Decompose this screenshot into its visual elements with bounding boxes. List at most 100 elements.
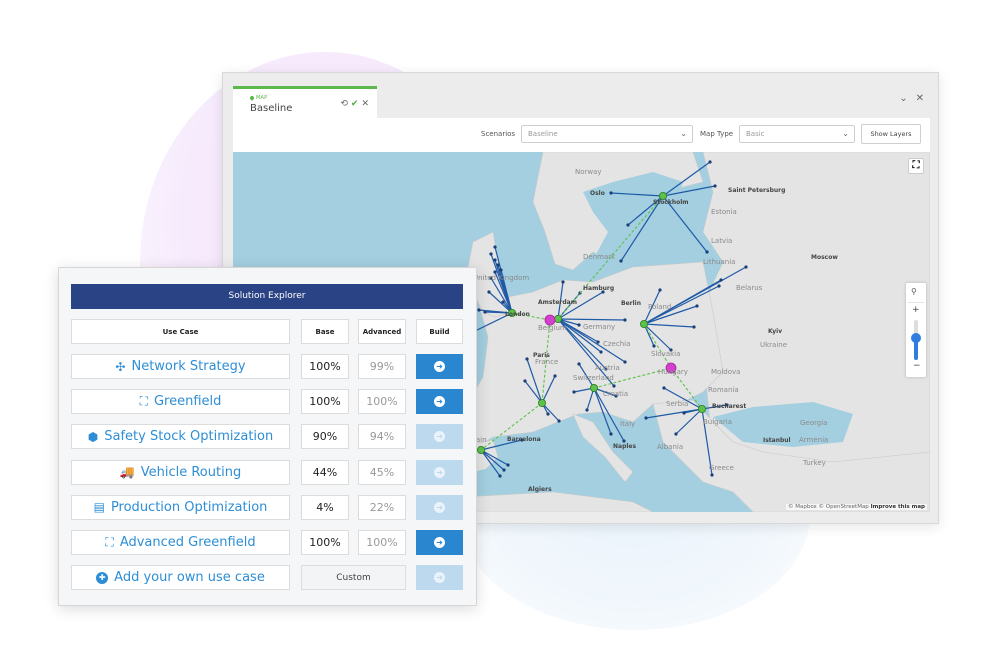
check-icon[interactable]: ✔ — [351, 99, 359, 109]
build-button[interactable]: ➜ — [416, 530, 463, 555]
map-label: Bulgaria — [703, 418, 732, 426]
customer-point — [710, 473, 714, 477]
facility-node — [553, 314, 562, 323]
customer-point — [525, 357, 529, 361]
arrow-circle-right-icon: ➜ — [434, 537, 445, 548]
show-layers-button[interactable]: Show Layers — [861, 124, 921, 144]
customer-point — [498, 474, 502, 478]
map-label: Germany — [583, 323, 615, 331]
panel-title: Solution Explorer — [71, 284, 463, 309]
arrow-circle-right-icon: ➜ — [434, 431, 445, 443]
map-label: Stockholm — [653, 199, 689, 206]
build-button[interactable]: ➜ — [416, 565, 463, 591]
add-use-case-text: Add your own use case — [114, 570, 265, 586]
map-label: Turkey — [802, 459, 826, 467]
close-icon[interactable]: ✕ — [361, 99, 369, 109]
build-button[interactable]: ➜ — [416, 389, 463, 415]
use-case-link[interactable]: ⬢ Safety Stock Optimization — [71, 424, 290, 450]
map-label: Algiers — [528, 486, 552, 493]
network-icon: ✣ — [115, 359, 126, 374]
advanced-value: 45% — [358, 459, 406, 485]
use-case-text: Advanced Greenfield — [119, 535, 256, 550]
use-case-text: Safety Stock Optimization — [104, 429, 274, 445]
map-label: Saint Petersburg — [728, 187, 785, 194]
tab-title: Baseline — [250, 103, 293, 114]
customer-point — [572, 390, 576, 394]
improve-map-link[interactable]: Improve this map — [871, 504, 925, 510]
map-label: Austria — [595, 364, 620, 372]
zoom-separator — [908, 302, 924, 303]
build-button[interactable]: ➜ — [416, 494, 463, 520]
map-label: Denmark — [583, 253, 616, 261]
build-button[interactable]: ➜ — [416, 459, 463, 485]
use-case-link[interactable]: ⛶ Greenfield — [71, 389, 290, 415]
map-label: Croatia — [603, 390, 628, 398]
map-type-select[interactable]: Basic ⌄ — [739, 125, 855, 143]
use-case-text: Greenfield — [153, 394, 222, 410]
header-base: Base — [301, 319, 349, 344]
use-case-label: ⛶ Advanced Greenfield — [105, 535, 255, 550]
customer-point — [744, 265, 748, 269]
facility-node — [476, 445, 485, 454]
customer-point — [619, 259, 623, 263]
customer-point — [487, 290, 491, 294]
header-advanced: Advanced — [358, 319, 406, 344]
use-case-link[interactable]: ▤ Production Optimization — [71, 494, 290, 520]
add-use-case-link[interactable]: ✚ Add your own use case — [71, 565, 290, 591]
customer-point — [493, 258, 497, 262]
build-button[interactable]: ➜ — [416, 354, 463, 379]
map-label: Norway — [575, 168, 602, 176]
customer-point — [652, 344, 656, 348]
advanced-value: 94% — [358, 424, 406, 450]
use-case-text: Network Strategy — [131, 359, 246, 374]
fullscreen-icon[interactable]: ⛶ — [908, 158, 924, 174]
map-label: Estonia — [711, 208, 737, 216]
map-label: Slovakia — [651, 350, 680, 358]
map-type-label: Map Type — [700, 130, 734, 138]
header-build: Build — [416, 319, 463, 344]
advanced-value: 100% — [358, 530, 406, 555]
use-case-link[interactable]: ✣ Network Strategy — [71, 354, 290, 379]
window-close-icon[interactable]: ✕ — [916, 93, 924, 104]
facility-node — [537, 398, 546, 407]
map-label: Switzerland — [573, 374, 614, 382]
map-label: Belgium — [538, 324, 567, 332]
truck-icon: 🚚 — [119, 465, 135, 480]
map-label: Kyiv — [768, 328, 782, 335]
base-value: 100% — [301, 530, 349, 555]
customer-point — [599, 350, 603, 354]
refresh-icon[interactable]: ⟲ — [340, 99, 348, 109]
customer-point — [682, 411, 686, 415]
use-case-link[interactable]: 🚚 Vehicle Routing — [71, 459, 290, 485]
zoom-in-button[interactable]: + — [912, 305, 920, 315]
zoom-out-button[interactable]: − — [913, 361, 921, 371]
window-controls: ⌄ ✕ — [899, 93, 924, 104]
customer-point — [506, 463, 510, 467]
tab-kicker-label: MAP — [256, 95, 268, 101]
customer-point — [623, 318, 627, 322]
advanced-value: 100% — [358, 389, 406, 415]
zoom-slider-handle[interactable] — [911, 333, 921, 343]
use-case-text: Production Optimization — [110, 499, 268, 515]
map-label: Hamburg — [583, 285, 614, 292]
map-label: Italy — [620, 420, 635, 428]
customer-point — [557, 419, 561, 423]
customer-point — [585, 408, 589, 412]
customer-point — [561, 280, 565, 284]
base-value: 4% — [301, 494, 349, 520]
facility-node — [639, 319, 648, 328]
build-button[interactable]: ➜ — [416, 424, 463, 450]
customer-point — [623, 360, 627, 364]
map-label: United Kingdom — [473, 274, 529, 282]
map-label: Serbia — [666, 400, 688, 408]
zoom-slider[interactable] — [911, 320, 921, 360]
customer-point — [713, 184, 717, 188]
facility-node — [589, 383, 598, 392]
scenarios-select[interactable]: Baseline ⌄ — [521, 125, 693, 143]
use-case-link[interactable]: ⛶ Advanced Greenfield — [71, 530, 290, 555]
zoom-search-icon[interactable]: ⚲ — [911, 287, 917, 296]
cube-icon: ⬢ — [87, 429, 99, 444]
customer-point — [546, 412, 550, 416]
chevron-down-icon[interactable]: ⌄ — [899, 93, 907, 104]
map-label: Ukraine — [760, 341, 787, 349]
